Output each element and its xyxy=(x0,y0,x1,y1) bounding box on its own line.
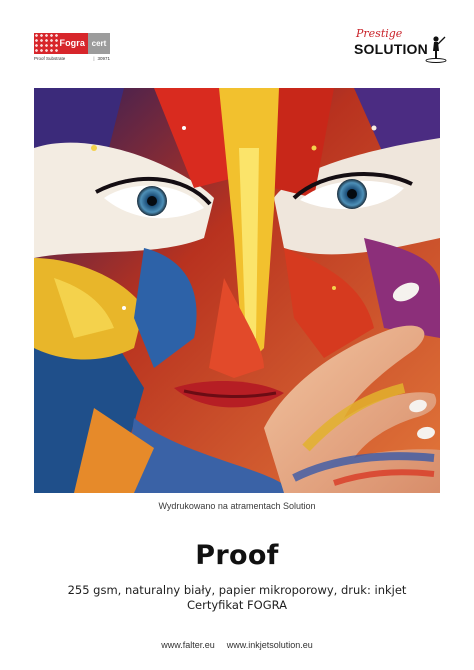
inkjetsolution-link[interactable]: www.inkjetsolution.eu xyxy=(227,640,313,650)
fogra-red-block: Fogra xyxy=(34,33,88,54)
fogra-cert-logo: Fogra cert Proof Substrate | 30971 xyxy=(34,33,110,63)
prestige-solution-logo: Prestige SOLUTION xyxy=(354,27,448,65)
fogra-cert-badge: cert xyxy=(88,33,110,54)
footer-links: www.falter.eu www.inkjetsolution.eu xyxy=(0,640,474,650)
falter-link[interactable]: www.falter.eu xyxy=(161,640,215,650)
painted-face-photo xyxy=(34,88,440,493)
fogra-number-wrap: | 30971 xyxy=(93,56,110,61)
fogra-dot-pattern xyxy=(34,33,60,54)
fogra-number: 30971 xyxy=(97,56,110,61)
description-line-specs: 255 gsm, naturalny biały, papier mikropo… xyxy=(67,583,407,597)
product-title: Proof xyxy=(195,540,279,571)
fogra-subtitle: Proof Substrate xyxy=(34,56,66,61)
fogra-subtitle-row: Proof Substrate | 30971 xyxy=(34,56,110,61)
golfer-icon xyxy=(425,36,447,63)
prestige-script: Prestige xyxy=(356,27,403,40)
fogra-wordmark: Fogra xyxy=(59,38,85,48)
description-line-certificate: Certyfikat FOGRA xyxy=(186,598,288,612)
solution-wordmark: SOLUTION xyxy=(354,41,428,57)
photo-caption: Wydrukowano na atramentach Solution xyxy=(158,501,316,511)
product-description: 255 gsm, naturalny biały, papier mikropo… xyxy=(0,583,474,613)
